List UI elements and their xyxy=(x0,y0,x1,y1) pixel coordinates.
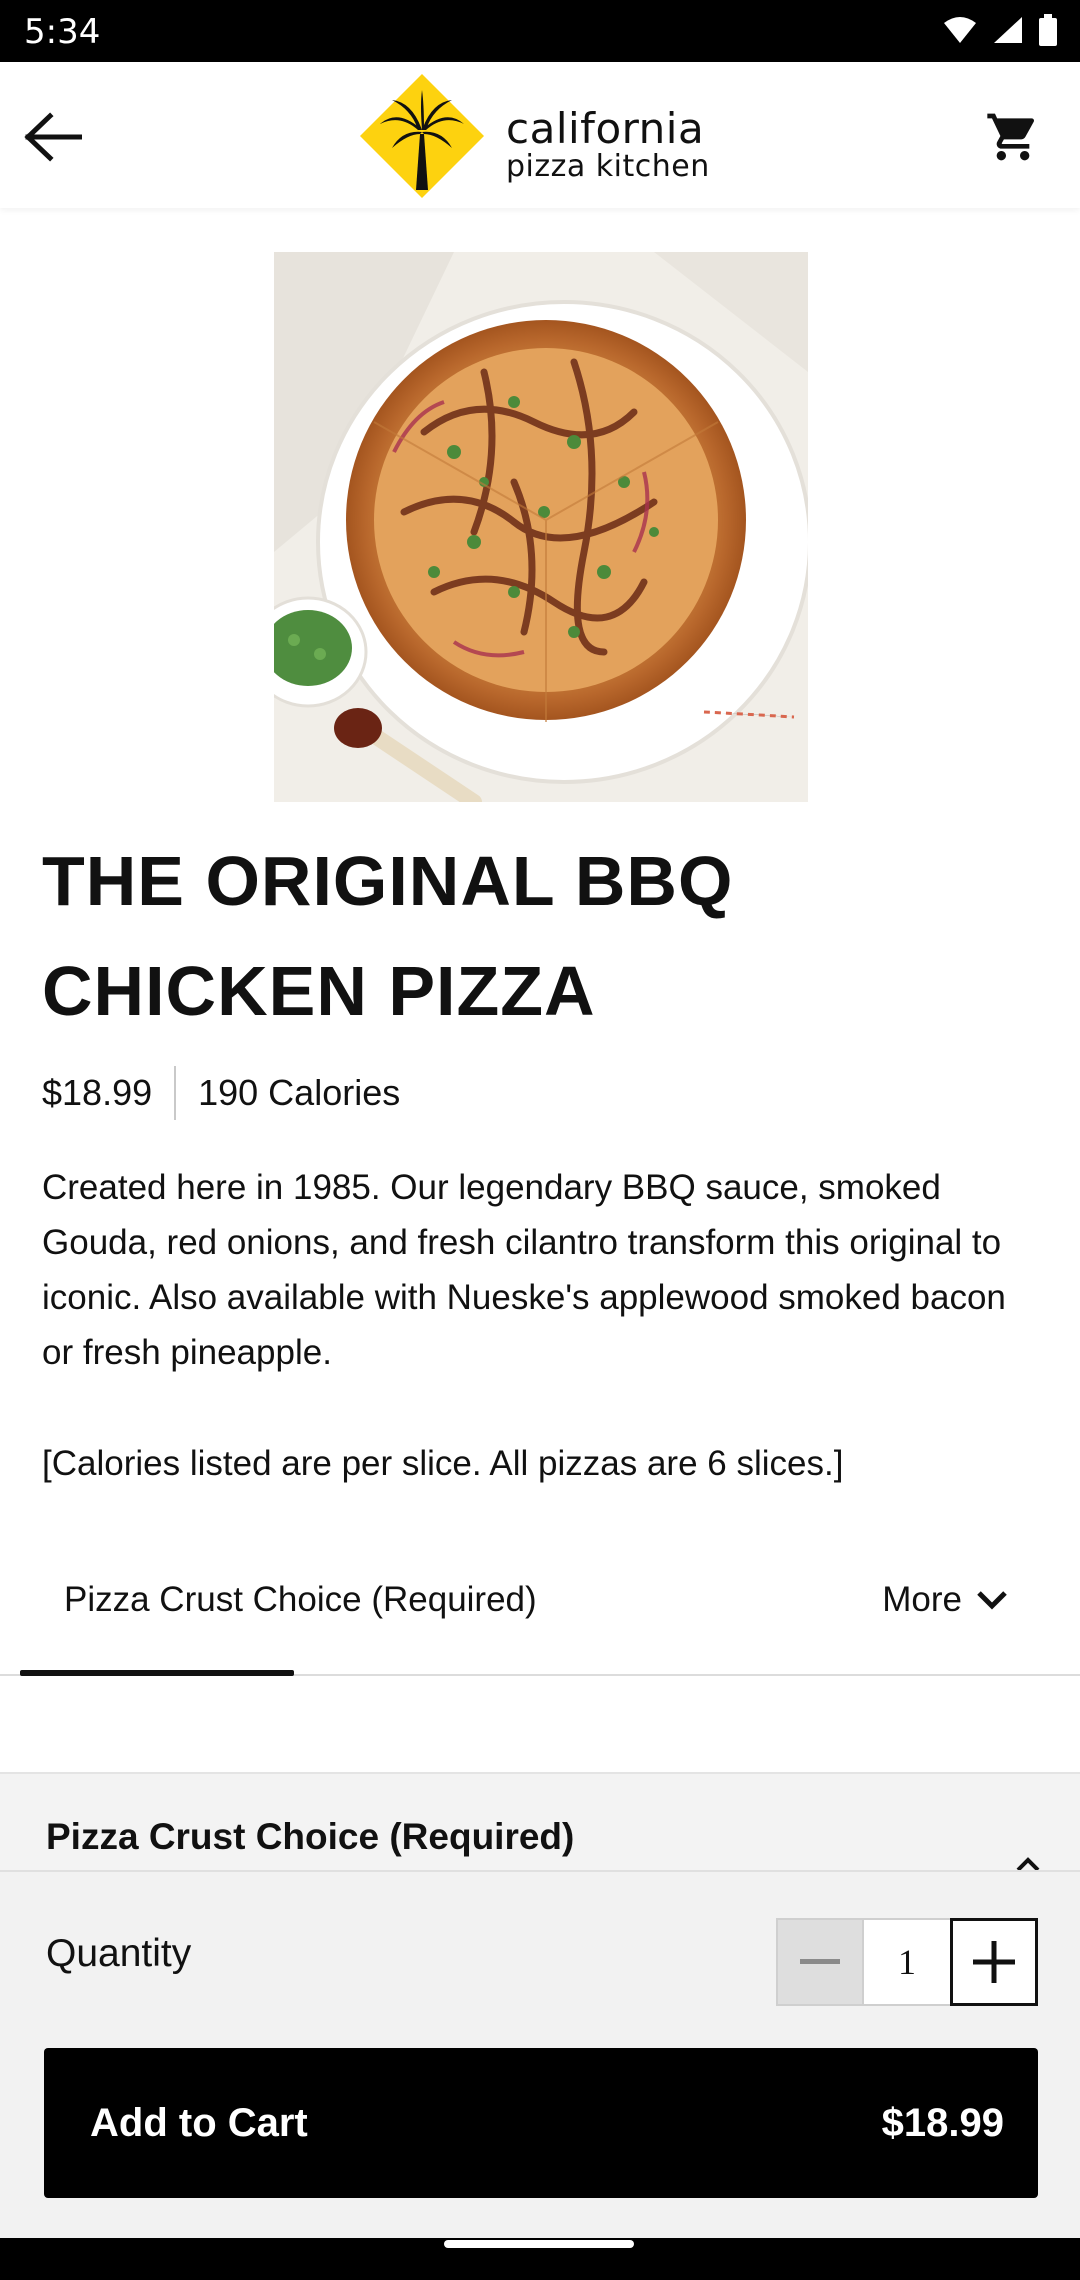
cart-button[interactable] xyxy=(978,102,1048,172)
quantity-label: Quantity xyxy=(46,1932,192,1975)
tab-active-indicator xyxy=(20,1670,294,1676)
calorie-note: [Calories listed are per slice. All pizz… xyxy=(42,1444,844,1483)
bottom-order-bar: Quantity 1 Add to Cart $18.99 xyxy=(0,1870,1080,2240)
logo-text: california pizza kitchen xyxy=(506,108,710,182)
palm-diamond-icon xyxy=(360,74,484,198)
home-indicator[interactable] xyxy=(444,2240,634,2248)
logo-line1: california xyxy=(506,104,705,153)
pizza-image xyxy=(274,252,808,802)
cart-icon xyxy=(987,113,1035,161)
section-title: Pizza Crust Choice (Required) xyxy=(46,1816,575,1857)
minus-icon xyxy=(800,1959,840,1964)
quantity-increase-button[interactable] xyxy=(950,1918,1038,2006)
options-tabs: Pizza Crust Choice (Required) More xyxy=(0,1560,1080,1676)
status-bar: 5:34 xyxy=(0,0,1080,62)
app-header: california pizza kitchen xyxy=(0,62,1080,208)
battery-icon xyxy=(1039,14,1057,46)
crust-section-header[interactable]: Pizza Crust Choice (Required) xyxy=(0,1772,1080,1882)
item-title: THE ORIGINAL BBQ CHICKEN PIZZA xyxy=(42,842,734,1030)
back-button[interactable] xyxy=(18,102,88,172)
item-price: $18.99 xyxy=(42,1072,153,1113)
more-label: More xyxy=(882,1580,962,1619)
more-tabs-button[interactable]: More xyxy=(882,1580,1008,1620)
quantity-decrease-button[interactable] xyxy=(776,1918,864,2006)
chevron-down-icon xyxy=(977,1591,1007,1610)
brand-logo[interactable]: california pizza kitchen xyxy=(358,74,738,200)
add-to-cart-price: $18.99 xyxy=(881,2100,1004,2145)
price-row: $18.99 190 Calories xyxy=(42,1066,400,1120)
quantity-value: 1 xyxy=(864,1918,950,2006)
back-arrow-icon xyxy=(24,112,82,162)
wifi-icon xyxy=(944,17,976,43)
add-to-cart-label: Add to Cart xyxy=(90,2100,308,2145)
price-divider xyxy=(174,1066,177,1120)
status-time: 5:34 xyxy=(24,12,101,52)
plus-icon xyxy=(973,1941,1015,1983)
item-description: Created here in 1985. Our legendary BBQ … xyxy=(42,1168,1006,1372)
signal-icon xyxy=(994,17,1022,43)
status-icons xyxy=(942,14,1058,46)
tab-pizza-crust-choice[interactable]: Pizza Crust Choice (Required) xyxy=(64,1580,537,1620)
item-calories: 190 Calories xyxy=(198,1072,401,1113)
quantity-stepper: 1 xyxy=(776,1918,1038,2006)
logo-line2: pizza kitchen xyxy=(506,149,710,184)
add-to-cart-button[interactable]: Add to Cart $18.99 xyxy=(44,2048,1038,2198)
